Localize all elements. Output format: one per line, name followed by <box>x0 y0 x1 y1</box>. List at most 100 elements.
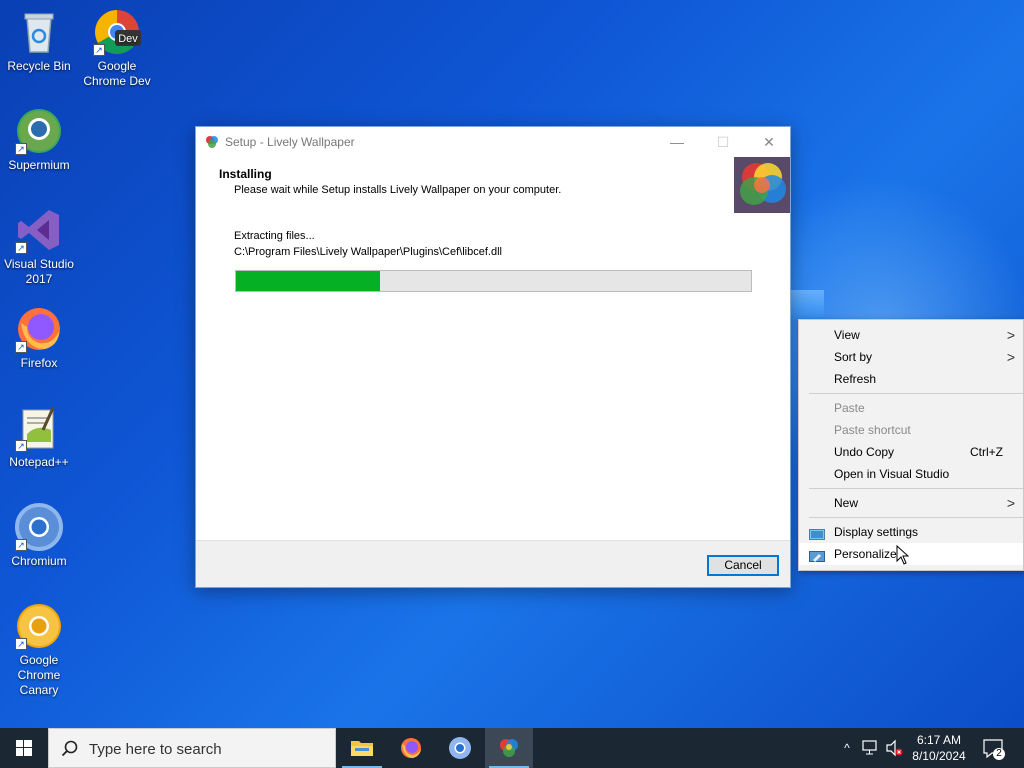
desktop-icon-notepad-plus-plus[interactable]: ↗ Notepad++ <box>1 404 77 470</box>
chevron-right-icon: > <box>1006 327 1015 343</box>
menu-item-undo-copy[interactable]: Undo Copy Ctrl+Z <box>799 441 1023 463</box>
menu-separator <box>809 488 1023 489</box>
menu-item-shortcut: Ctrl+Z <box>970 445 1003 459</box>
desktop-icon-chrome-canary[interactable]: ↗ Google Chrome Canary <box>1 602 77 698</box>
menu-item-label: Personalize <box>834 547 897 561</box>
recycle-bin-icon <box>15 8 63 56</box>
desktop-icon-visual-studio[interactable]: ↗ Visual Studio 2017 <box>1 206 77 287</box>
network-icon[interactable] <box>860 728 880 768</box>
taskbar-file-explorer[interactable] <box>338 728 386 768</box>
notepad-plus-plus-icon: ↗ <box>15 404 63 452</box>
desktop-icon-label: Chromium <box>11 554 67 568</box>
desktop-context-menu: View > Sort by > Refresh Paste Paste sho… <box>798 319 1024 571</box>
taskbar-search-box[interactable]: Type here to search <box>48 728 336 768</box>
menu-item-label: Sort by <box>834 350 873 364</box>
install-progress-bar <box>235 270 752 292</box>
search-placeholder: Type here to search <box>89 741 222 758</box>
chromium-icon: ↗ <box>15 503 63 551</box>
personalize-icon <box>809 548 825 562</box>
menu-item-label: Display settings <box>834 525 919 539</box>
close-button[interactable]: ✕ <box>746 127 792 157</box>
menu-item-label: Paste shortcut <box>834 423 911 437</box>
menu-item-paste: Paste <box>799 397 1023 419</box>
start-button[interactable] <box>0 728 48 768</box>
menu-item-display-settings[interactable]: Display settings <box>799 521 1023 543</box>
menu-item-label: View <box>834 328 860 342</box>
desktop-icon-firefox[interactable]: ↗ Firefox <box>1 305 77 371</box>
maximize-button[interactable]: ☐ <box>700 127 746 157</box>
desktop-icon-label: Google Chrome Dev <box>83 59 151 88</box>
menu-item-refresh[interactable]: Refresh <box>799 368 1023 390</box>
supermium-icon: ↗ <box>15 107 63 155</box>
title-bar[interactable]: Setup - Lively Wallpaper — ☐ ✕ <box>196 127 790 157</box>
notification-center-icon[interactable]: 2 <box>978 728 1010 768</box>
desktop-icon-label: Google Chrome Canary <box>17 653 61 697</box>
chevron-right-icon: > <box>1006 495 1015 511</box>
menu-item-view[interactable]: View > <box>799 324 1023 346</box>
menu-item-open-in-visual-studio[interactable]: Open in Visual Studio <box>799 463 1023 485</box>
shortcut-arrow-icon: ↗ <box>15 638 27 650</box>
taskbar-lively-setup[interactable] <box>485 728 533 768</box>
firefox-icon <box>401 738 421 758</box>
menu-item-label: Refresh <box>834 372 877 386</box>
page-heading: Installing <box>219 167 272 181</box>
shortcut-arrow-icon: ↗ <box>93 44 105 56</box>
shortcut-arrow-icon: ↗ <box>15 143 27 155</box>
taskbar: Type here to search ^ 6:17 AM 8/10/2024 … <box>0 728 1024 768</box>
shortcut-arrow-icon: ↗ <box>15 341 27 353</box>
status-text: Extracting files... <box>234 230 315 242</box>
menu-item-label: Paste <box>834 401 865 415</box>
chrome-dev-icon: Dev ↗ <box>93 8 141 56</box>
clock-date: 8/10/2024 <box>912 749 966 763</box>
installer-content: Installing Please wait while Setup insta… <box>196 157 790 542</box>
minimize-button[interactable]: — <box>654 127 700 157</box>
desktop-icon-chromium[interactable]: ↗ Chromium <box>1 503 77 569</box>
menu-item-label: Undo Copy <box>834 445 895 459</box>
shortcut-arrow-icon: ↗ <box>15 539 27 551</box>
clock-time: 6:17 AM <box>916 733 962 747</box>
lively-wallpaper-app-icon <box>205 135 219 149</box>
lively-wallpaper-logo-icon <box>734 157 790 213</box>
menu-item-label: New <box>834 496 859 510</box>
show-hidden-icons-chevron-icon[interactable]: ^ <box>838 728 856 768</box>
menu-item-personalize[interactable]: Personalize <box>799 543 1023 565</box>
page-subheading: Please wait while Setup installs Lively … <box>234 184 562 196</box>
chromium-icon <box>449 737 471 759</box>
desktop-icon-label: Visual Studio 2017 <box>4 257 74 286</box>
menu-separator <box>809 517 1023 518</box>
setup-window: Setup - Lively Wallpaper — ☐ ✕ Installin… <box>195 126 791 588</box>
desktop-icon-label: Notepad++ <box>9 455 69 469</box>
menu-separator <box>809 393 1023 394</box>
chevron-right-icon: > <box>1006 349 1015 365</box>
taskbar-chromium[interactable] <box>436 728 484 768</box>
dev-badge: Dev <box>118 33 138 45</box>
chrome-canary-icon: ↗ <box>15 602 63 650</box>
shortcut-arrow-icon: ↗ <box>15 242 27 254</box>
menu-item-label: Open in Visual Studio <box>834 467 950 481</box>
shortcut-arrow-icon: ↗ <box>15 440 27 452</box>
window-footer: Cancel <box>196 540 790 587</box>
file-explorer-icon <box>351 741 373 756</box>
desktop-icon-label: Recycle Bin <box>7 59 71 73</box>
system-clock[interactable]: 6:17 AM 8/10/2024 <box>902 732 976 764</box>
desktop-icon-supermium[interactable]: ↗ Supermium <box>1 107 77 173</box>
progress-fill <box>236 271 381 291</box>
menu-item-sort-by[interactable]: Sort by > <box>799 346 1023 368</box>
desktop-icon-chrome-dev[interactable]: Dev ↗ Google Chrome Dev <box>79 8 155 89</box>
taskbar-firefox[interactable] <box>387 728 435 768</box>
display-icon <box>809 526 825 540</box>
current-file-path: C:\Program Files\Lively Wallpaper\Plugin… <box>234 246 502 258</box>
desktop-icon-recycle-bin[interactable]: Recycle Bin <box>1 8 77 74</box>
desktop-icon-label: Supermium <box>8 158 70 172</box>
lively-wallpaper-icon <box>500 739 518 757</box>
volume-muted-icon[interactable] <box>884 728 904 768</box>
notification-count-badge: 2 <box>996 748 1002 759</box>
cancel-button[interactable]: Cancel <box>707 555 779 576</box>
wallpaper-window-logo <box>790 290 824 322</box>
firefox-icon: ↗ <box>15 305 63 353</box>
windows-logo-icon <box>16 740 32 756</box>
mouse-pointer-icon <box>896 544 910 565</box>
window-title: Setup - Lively Wallpaper <box>225 135 355 149</box>
menu-item-paste-shortcut: Paste shortcut <box>799 419 1023 441</box>
menu-item-new[interactable]: New > <box>799 492 1023 514</box>
